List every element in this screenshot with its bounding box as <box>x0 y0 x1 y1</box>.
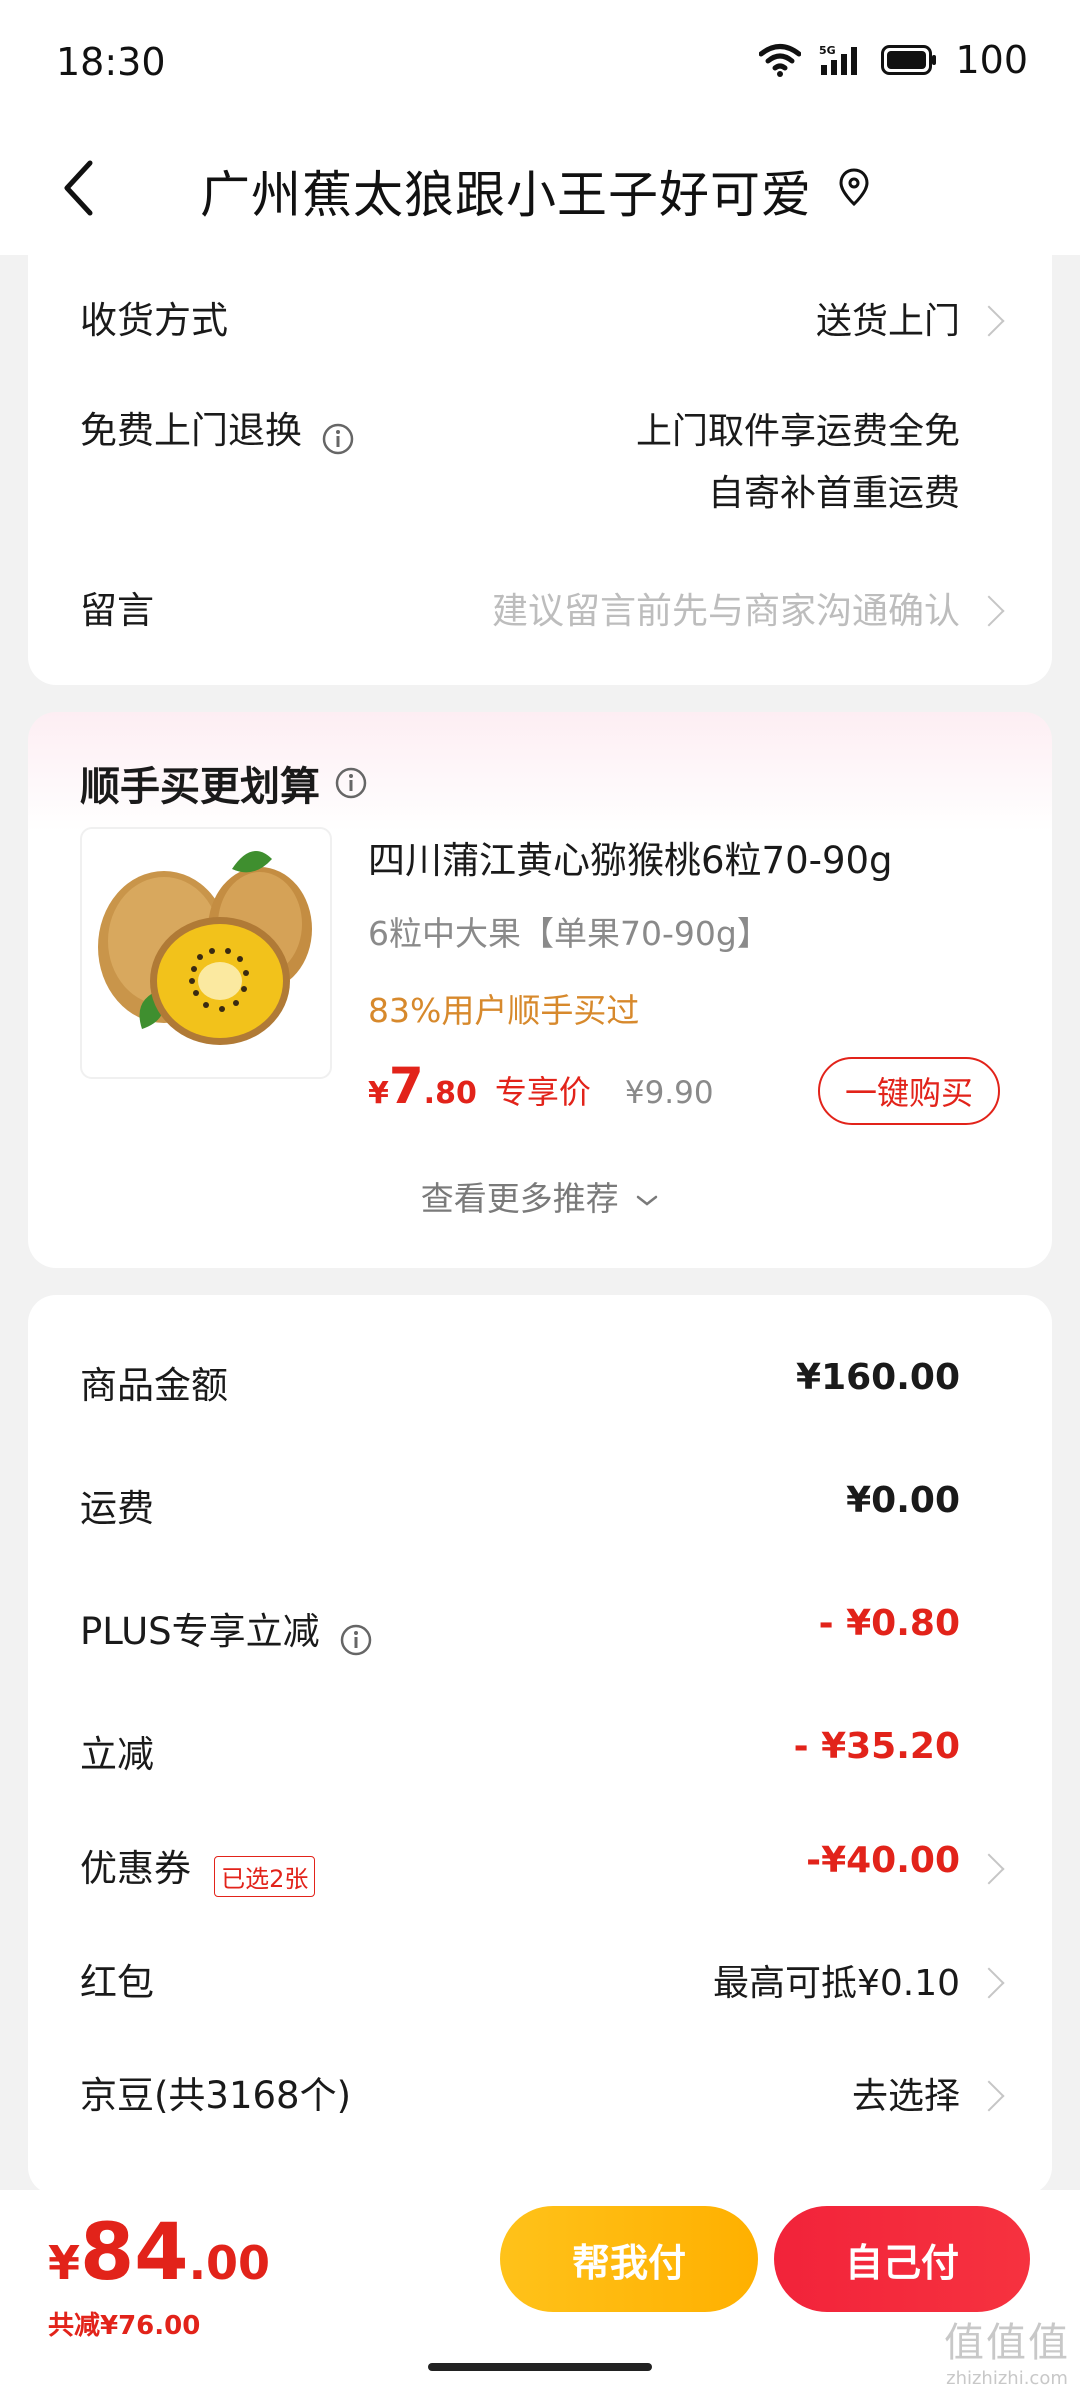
delivery-card: 收货方式 送货上门 免费上门退换 上门取件享运费全免 自寄补首重运费 留言 建议… <box>28 250 1052 685</box>
chevron-right-icon <box>973 305 1005 337</box>
price-decimal: .80 <box>423 1076 477 1111</box>
coupon-label: 优惠券 <box>80 1847 191 1890</box>
shipping-label: 运费 <box>80 1487 154 1530</box>
product-spec[interactable]: 6粒中大果【单果70-90g】 <box>368 907 770 955</box>
battery-icon <box>881 45 937 75</box>
total-decimal: .00 <box>188 2236 271 2290</box>
free-return-row: 免费上门退换 上门取件享运费全免 自寄补首重运费 <box>80 400 1000 520</box>
wifi-icon <box>759 44 802 77</box>
chevron-right-icon <box>973 595 1005 627</box>
back-button[interactable] <box>48 153 108 223</box>
battery-level: 100 <box>955 38 1028 82</box>
more-recommendations-label: 查看更多推荐 <box>420 1179 619 1218</box>
instant-discount-value: - ¥35.20 <box>793 1726 960 1767</box>
delivery-method-value: 送货上门 <box>815 301 960 342</box>
coupon-value: -¥40.00 <box>806 1840 960 1881</box>
plus-discount-value: - ¥0.80 <box>818 1603 960 1644</box>
chevron-left-icon <box>64 160 93 216</box>
site-watermark: 值值值 zhizhizhi.com <box>944 2310 1070 2389</box>
free-return-line2: 自寄补首重运费 <box>707 473 960 514</box>
total-price: ¥ 84 .00 <box>48 2208 270 2298</box>
note-placeholder: 建议留言前先与商家沟通确认 <box>491 591 960 632</box>
info-icon[interactable] <box>339 1623 373 1657</box>
red-packet-value: 最高可抵¥0.10 <box>712 1963 960 2004</box>
price-tag: 专享价 <box>494 1073 591 1111</box>
watermark-url: zhizhizhi.com <box>946 2368 1068 2389</box>
home-indicator[interactable] <box>428 2363 652 2371</box>
more-recommendations-link[interactable]: 查看更多推荐 <box>28 1172 1052 1220</box>
original-price: ¥9.90 <box>624 1075 714 1111</box>
delivery-method-row[interactable]: 收货方式 送货上门 <box>80 290 1005 350</box>
goods-amount-row: 商品金额 ¥160.00 <box>80 1355 1000 1415</box>
addon-card: 顺手买更划算 四川蒲江黄心猕猴桃6粒70-90g 6粒中大果【单果70-90g】… <box>28 712 1052 1268</box>
chevron-right-icon <box>973 1853 1005 1885</box>
shipping-row: 运费 ¥0.00 <box>80 1478 1000 1538</box>
status-time: 18:30 <box>56 40 166 84</box>
chevron-down-icon <box>637 1195 658 1206</box>
product-name[interactable]: 四川蒲江黄心猕猴桃6粒70-90g <box>368 830 893 884</box>
svg-text:5G: 5G <box>819 44 836 57</box>
nav-bar: 广州蕉太狼跟小王子好可爱 <box>0 125 1080 255</box>
goods-amount-label: 商品金额 <box>80 1364 228 1407</box>
plus-discount-row: PLUS专享立减 - ¥0.80 <box>80 1601 1000 1661</box>
total-saved[interactable]: 共减¥76.00 <box>48 2305 200 2342</box>
red-packet-row[interactable]: 红包 最高可抵¥0.10 <box>80 1952 1005 2012</box>
location-pin-icon[interactable] <box>838 167 870 207</box>
product-image[interactable] <box>80 827 332 1079</box>
jingdou-label: 京豆(共3168个) <box>80 2074 352 2117</box>
signal-5g-icon: 5G <box>819 44 858 75</box>
shipping-value: ¥0.00 <box>846 1480 960 1521</box>
kiwi-image <box>98 851 312 1045</box>
free-return-line1: 上门取件享运费全免 <box>635 411 960 452</box>
delivery-method-label: 收货方式 <box>80 299 228 342</box>
instant-discount-label: 立减 <box>80 1733 154 1776</box>
plus-discount-label: PLUS专享立减 <box>80 1610 320 1653</box>
price-summary-card: 商品金额 ¥160.00 运费 ¥0.00 PLUS专享立减 - ¥0.80 立… <box>28 1295 1052 2195</box>
price-integer: 7 <box>388 1057 424 1115</box>
coupon-selected-badge: 已选2张 <box>214 1856 316 1897</box>
info-icon[interactable] <box>334 766 368 800</box>
product-bought-rate: 83%用户顺手买过 <box>368 991 640 1030</box>
status-icons: 5G 100 <box>759 38 1028 82</box>
jingdou-value: 去选择 <box>851 2076 960 2117</box>
checkout-bar: ¥ 84 .00 共减¥76.00 帮我付 自己付 值值值 zhizhizhi.… <box>0 2190 1080 2400</box>
chevron-right-icon <box>973 2080 1005 2112</box>
total-integer: 84 <box>80 2208 189 2298</box>
free-return-label: 免费上门退换 <box>80 409 302 452</box>
addon-title-text: 顺手买更划算 <box>80 764 320 810</box>
watermark-logo: 值值值 <box>944 2320 1070 2366</box>
price-symbol: ¥ <box>368 1076 389 1111</box>
chevron-right-icon <box>973 1967 1005 1999</box>
help-me-pay-button[interactable]: 帮我付 <box>500 2206 758 2312</box>
addon-section-title: 顺手买更划算 <box>80 754 368 812</box>
pay-myself-button[interactable]: 自己付 <box>774 2206 1030 2312</box>
jingdou-row[interactable]: 京豆(共3168个) 去选择 <box>80 2065 1005 2125</box>
status-bar: 18:30 5G 100 <box>0 0 1080 125</box>
goods-amount-value: ¥160.00 <box>796 1357 960 1398</box>
note-label: 留言 <box>80 589 154 632</box>
product-price: ¥ 7 .80 专享价 ¥9.90 <box>368 1057 714 1115</box>
instant-discount-row: 立减 - ¥35.20 <box>80 1724 1000 1784</box>
info-icon[interactable] <box>321 422 355 456</box>
one-click-buy-button[interactable]: 一键购买 <box>818 1057 1000 1125</box>
red-packet-label: 红包 <box>80 1961 154 2004</box>
note-row[interactable]: 留言 建议留言前先与商家沟通确认 <box>80 580 1005 640</box>
page-title[interactable]: 广州蕉太狼跟小王子好可爱 <box>200 155 812 227</box>
total-symbol: ¥ <box>48 2236 81 2290</box>
coupon-row[interactable]: 优惠券 已选2张 -¥40.00 <box>80 1838 1005 1898</box>
